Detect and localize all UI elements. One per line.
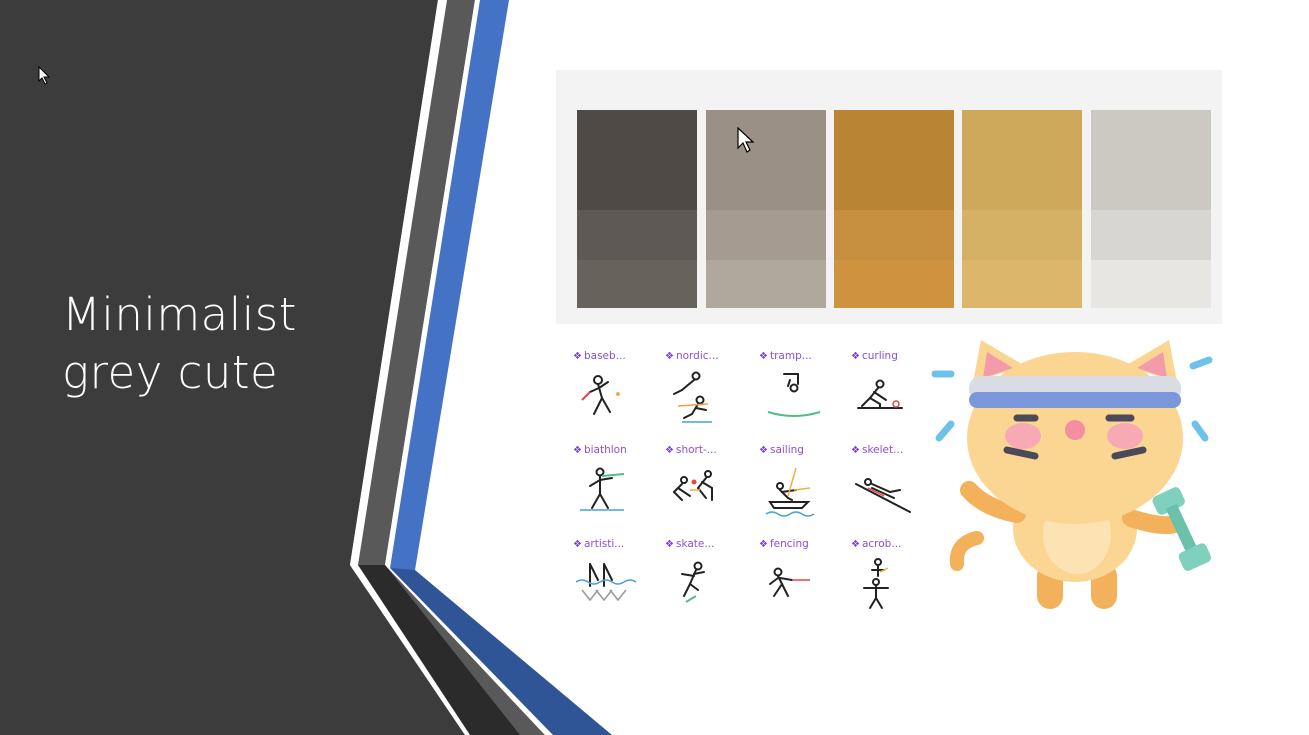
title-line-2: grey cute: [62, 346, 279, 399]
slide: Minimalist grey cute ❖ baseb... ❖ nordic…: [0, 0, 1309, 735]
component-icon: ❖: [665, 351, 674, 362]
component-icon: ❖: [851, 445, 860, 456]
swatch-band: [706, 260, 826, 308]
icon-cell-trampoline: ❖ tramp...: [752, 350, 844, 440]
swatch-band: [1091, 110, 1211, 210]
icon-cell-fencing: ❖ fencing: [752, 538, 844, 628]
component-icon: ❖: [759, 539, 768, 550]
icon-label: ❖ skelet...: [851, 444, 904, 456]
slide-title[interactable]: Minimalist grey cute: [62, 286, 297, 402]
icon-label: ❖ baseb...: [573, 350, 626, 362]
cat-with-dumbbell-icon[interactable]: [925, 338, 1225, 618]
artistic-swimming-icon: [576, 563, 636, 602]
swatch-3: [834, 110, 954, 308]
icon-cell-curling: ❖ curling: [844, 350, 936, 440]
swatch-band: [962, 110, 1082, 210]
component-icon: ❖: [573, 445, 582, 456]
icon-label: ❖ acrob...: [851, 538, 902, 550]
swatch-4: [962, 110, 1082, 308]
swatch-2: [706, 110, 826, 308]
component-icon: ❖: [759, 445, 768, 456]
component-icon: ❖: [665, 539, 674, 550]
swatch-band: [1091, 210, 1211, 260]
baseball-icon: [581, 375, 620, 415]
swatch-5: [1091, 110, 1211, 308]
mouse-pointer-icon: [737, 127, 755, 153]
component-icon: ❖: [665, 445, 674, 456]
icon-label: ❖ tramp...: [759, 350, 812, 362]
skateboarding-icon: [681, 561, 705, 603]
swatch-band: [962, 260, 1082, 308]
trampoline-icon: [767, 373, 821, 417]
component-icon: ❖: [573, 351, 582, 362]
icon-cell-skeleton: ❖ skelet...: [844, 444, 936, 534]
color-palette-image[interactable]: [556, 70, 1222, 324]
icon-cell-baseball: ❖ baseb...: [566, 350, 658, 440]
skeleton-icon: [855, 478, 911, 513]
acrobatic-icon: [863, 558, 889, 609]
swatch-band: [577, 260, 697, 308]
icon-label: ❖ biathlon: [573, 444, 627, 456]
swatch-1: [577, 110, 697, 308]
icon-cell-nordic: ❖ nordic...: [658, 350, 750, 440]
icon-label: ❖ sailing: [759, 444, 804, 456]
biathlon-icon: [580, 467, 625, 511]
mouse-pointer-icon: [38, 66, 51, 85]
nordic-combined-icon: [673, 371, 712, 423]
swatch-band: [706, 210, 826, 260]
short-track-icon: [673, 470, 713, 501]
swatch-band: [834, 260, 954, 308]
component-icon: ❖: [851, 351, 860, 362]
fencing-icon: [769, 567, 810, 597]
component-icon: ❖: [573, 539, 582, 550]
icon-label: ❖ curling: [851, 350, 898, 362]
swatch-band: [577, 110, 697, 210]
title-line-1: Minimalist: [62, 288, 297, 341]
icon-cell-acrobatic: ❖ acrob...: [844, 538, 936, 628]
icon-label: ❖ fencing: [759, 538, 809, 550]
icon-label: ❖ short-...: [665, 444, 717, 456]
swatch-band: [1091, 260, 1211, 308]
icon-cell-short-track: ❖ short-...: [658, 444, 750, 534]
sports-icon-grid[interactable]: ❖ baseb... ❖ nordic... ❖ tramp... ❖ curl…: [566, 350, 926, 620]
component-icon: ❖: [759, 351, 768, 362]
icon-cell-artistic-swimming: ❖ artisti...: [566, 538, 658, 628]
sailing-icon: [765, 467, 815, 517]
icon-cell-biathlon: ❖ biathlon: [566, 444, 658, 534]
icon-cell-skateboarding: ❖ skate...: [658, 538, 750, 628]
component-icon: ❖: [851, 539, 860, 550]
icon-cell-sailing: ❖ sailing: [752, 444, 844, 534]
icon-label: ❖ skate...: [665, 538, 715, 550]
swatch-band: [962, 210, 1082, 260]
icon-label: ❖ artisti...: [573, 538, 625, 550]
curling-icon: [857, 379, 903, 409]
swatch-band: [577, 210, 697, 260]
icon-label: ❖ nordic...: [665, 350, 719, 362]
swatch-band: [834, 110, 954, 210]
swatch-band: [834, 210, 954, 260]
swatch-band: [706, 110, 826, 210]
